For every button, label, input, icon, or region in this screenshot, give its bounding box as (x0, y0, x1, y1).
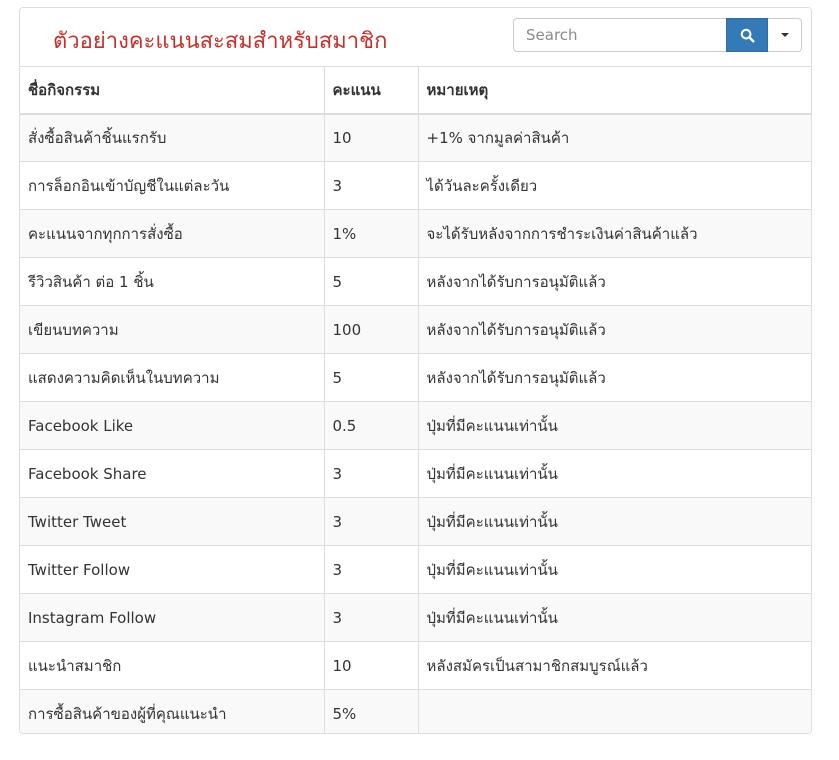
activity-cell: เขียนบทความ (20, 305, 325, 354)
remarks-cell (417, 689, 811, 733)
remarks-cell: หลังจากได้รับการอนุมัติแล้ว (417, 353, 811, 402)
remarks-cell: ปุ่มที่มีคะแนนเท่านั้น (417, 497, 811, 546)
column-header-points[interactable]: คะแนน (323, 66, 419, 115)
table-toolbar: ตัวอย่างคะแนนสะสมสำหรับสมาชิก (20, 8, 811, 66)
table-row: Instagram Follow 3 ปุ่มที่มีคะแนนเท่านั้… (20, 593, 811, 642)
points-cell: 3 (323, 593, 419, 642)
points-table-panel: ตัวอย่างคะแนนสะสมสำหรับสมาชิก ชื่อกิจกรร… (19, 7, 812, 734)
table-row: การล็อกอินเข้าบัญชีในแต่ละวัน 3 ได้วันละ… (20, 161, 811, 210)
remarks-cell: ปุ่มที่มีคะแนนเท่านั้น (417, 401, 811, 450)
remarks-cell: ปุ่มที่มีคะแนนเท่านั้น (417, 593, 811, 642)
table-row: Facebook Share 3 ปุ่มที่มีคะแนนเท่านั้น (20, 449, 811, 498)
activity-cell: Facebook Like (20, 401, 325, 450)
column-header-remarks[interactable]: หมายเหตุ (417, 66, 811, 115)
points-cell: 1% (323, 209, 419, 258)
page-title: ตัวอย่างคะแนนสะสมสำหรับสมาชิก (53, 29, 388, 54)
search-icon (740, 28, 755, 43)
table-row: สั่งซื้อสินค้าชิ้นแรกรับ 10 +1% จากมูลค่… (20, 113, 811, 162)
points-cell: 5 (323, 353, 419, 402)
activity-cell: Instagram Follow (20, 593, 325, 642)
activity-cell: การซื้อสินค้าของผู้ที่คุณแนะนำ (20, 689, 325, 733)
search-input[interactable] (513, 18, 726, 52)
points-cell: 3 (323, 161, 419, 210)
activity-cell: รีวิวสินค้า ต่อ 1 ชิ้น (20, 257, 325, 306)
chevron-down-icon (780, 33, 789, 37)
points-cell: 5 (323, 257, 419, 306)
points-cell: 3 (323, 497, 419, 546)
remarks-cell: ปุ่มที่มีคะแนนเท่านั้น (417, 545, 811, 594)
activity-cell: คะแนนจากทุกการสั่งซื้อ (20, 209, 325, 258)
activity-cell: แนะนำสมาชิก (20, 641, 325, 690)
points-cell: 5% (323, 689, 419, 733)
points-cell: 3 (323, 449, 419, 498)
remarks-cell: จะได้รับหลังจากการชำระเงินค่าสินค้าแล้ว (417, 209, 811, 258)
remarks-cell: +1% จากมูลค่าสินค้า (417, 113, 811, 162)
remarks-cell: หลังจากได้รับการอนุมัติแล้ว (417, 305, 811, 354)
activity-cell: Twitter Tweet (20, 497, 325, 546)
points-cell: 100 (323, 305, 419, 354)
points-cell: 10 (323, 641, 419, 690)
column-header-activity[interactable]: ชื่อกิจกรรม (20, 66, 325, 115)
remarks-cell: ได้วันละครั้งเดียว (417, 161, 811, 210)
table-row: คะแนนจากทุกการสั่งซื้อ 1% จะได้รับหลังจา… (20, 209, 811, 258)
remarks-cell: หลังสมัครเป็นสามาชิกสมบูรณ์แล้ว (417, 641, 811, 690)
table-row: รีวิวสินค้า ต่อ 1 ชิ้น 5 หลังจากได้รับกา… (20, 257, 811, 306)
search-dropdown-button[interactable] (768, 18, 802, 52)
remarks-cell: ปุ่มที่มีคะแนนเท่านั้น (417, 449, 811, 498)
table-row: การซื้อสินค้าของผู้ที่คุณแนะนำ 5% (20, 689, 811, 733)
remarks-cell: หลังจากได้รับการอนุมัติแล้ว (417, 257, 811, 306)
points-cell: 3 (323, 545, 419, 594)
table-row: แนะนำสมาชิก 10 หลังสมัครเป็นสามาชิกสมบูร… (20, 641, 811, 690)
points-table: ชื่อกิจกรรม คะแนน หมายเหตุ สั่งซื้อสินค้… (20, 66, 811, 733)
points-cell: 0.5 (323, 401, 419, 450)
search-group (513, 18, 802, 52)
table-header-row: ชื่อกิจกรรม คะแนน หมายเหตุ (20, 66, 811, 115)
table-row: เขียนบทความ 100 หลังจากได้รับการอนุมัติแ… (20, 305, 811, 354)
activity-cell: Twitter Follow (20, 545, 325, 594)
table-row: Twitter Tweet 3 ปุ่มที่มีคะแนนเท่านั้น (20, 497, 811, 546)
table-row: Twitter Follow 3 ปุ่มที่มีคะแนนเท่านั้น (20, 545, 811, 594)
search-button[interactable] (726, 18, 768, 52)
table-row: Facebook Like 0.5 ปุ่มที่มีคะแนนเท่านั้น (20, 401, 811, 450)
points-cell: 10 (323, 113, 419, 162)
activity-cell: Facebook Share (20, 449, 325, 498)
activity-cell: สั่งซื้อสินค้าชิ้นแรกรับ (20, 113, 325, 162)
table-row: แสดงความคิดเห็นในบทความ 5 หลังจากได้รับก… (20, 353, 811, 402)
activity-cell: การล็อกอินเข้าบัญชีในแต่ละวัน (20, 161, 325, 210)
activity-cell: แสดงความคิดเห็นในบทความ (20, 353, 325, 402)
